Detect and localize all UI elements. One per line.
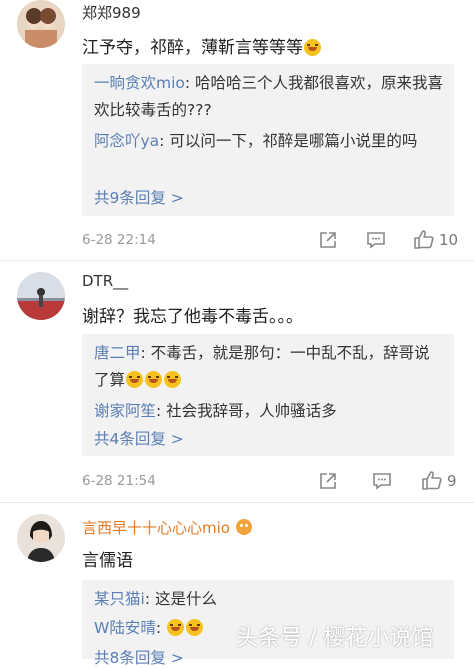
- vip-badge-icon: [235, 519, 252, 535]
- comment-time: 6-28 22:14: [82, 232, 156, 248]
- comment-text: 江予夺，祁醉，薄靳言等等等: [82, 33, 322, 58]
- reply-item[interactable]: 一晌贪欢mio: 哈哈哈三个人我都很喜欢，原来我喜欢比较毒舌的???: [94, 70, 444, 124]
- laughing-emoji-icon: [304, 39, 321, 56]
- like-count: 9: [447, 472, 457, 490]
- like-icon[interactable]: [413, 228, 435, 250]
- comment-time: 6-28 21:54: [82, 473, 156, 489]
- avatar[interactable]: [17, 514, 65, 562]
- reply-item[interactable]: 某只猫i: 这是什么: [94, 586, 444, 613]
- laughing-emoji-icon: [186, 619, 203, 636]
- reply-username[interactable]: 阿念吖ya: [94, 132, 159, 150]
- reply-text: : 不毒舌，就是那句：一中乱不乱，辞哥说了算: [94, 344, 430, 389]
- comment-icon[interactable]: [372, 471, 392, 491]
- laughing-emoji-icon: [164, 371, 182, 388]
- share-icon[interactable]: [318, 230, 338, 250]
- reply-text: :: [155, 619, 162, 637]
- avatar[interactable]: [17, 272, 65, 320]
- watermark: 头条号 / 樱花小说馆: [236, 626, 434, 651]
- reply-item[interactable]: 阿念吖ya: 可以问一下，祁醉是哪篇小说里的吗: [94, 128, 444, 155]
- reply-item[interactable]: 唐二甲: 不毒舌，就是那句：一中乱不乱，辞哥说了算: [94, 340, 444, 394]
- reply-box: 唐二甲: 不毒舌，就是那句：一中乱不乱，辞哥说了算 谢家阿笙: 社会我辞哥，人帅…: [82, 334, 454, 456]
- username[interactable]: 郑郑989: [82, 2, 141, 23]
- comment-text: 谢辞？我忘了他毒不毒舌。。。: [82, 307, 303, 327]
- more-replies-link[interactable]: 共4条回复 >: [94, 427, 184, 449]
- laughing-emoji-icon: [145, 371, 163, 388]
- laughing-emoji-icon: [167, 619, 184, 636]
- reply-username[interactable]: 唐二甲: [94, 344, 141, 362]
- username[interactable]: DTR__: [82, 272, 128, 290]
- reply-username[interactable]: 某只猫i: [94, 590, 145, 608]
- divider: [0, 260, 474, 261]
- avatar[interactable]: [17, 0, 65, 48]
- reply-item[interactable]: 谢家阿笙: 社会我辞哥，人帅骚话多: [94, 398, 444, 425]
- like-icon[interactable]: [421, 469, 443, 491]
- reply-text: : 这是什么: [144, 590, 217, 608]
- comment-icon[interactable]: [366, 230, 386, 250]
- reply-username[interactable]: 一晌贪欢mio: [94, 74, 185, 92]
- more-replies-link[interactable]: 共9条回复 >: [94, 186, 184, 208]
- like-count: 10: [439, 231, 459, 249]
- reply-text: : 可以问一下，祁醉是哪篇小说里的吗: [159, 132, 418, 150]
- more-replies-link[interactable]: 共8条回复 >: [94, 646, 184, 668]
- laughing-emoji-icon: [126, 371, 144, 388]
- divider: [0, 502, 474, 503]
- username[interactable]: 言西早十十心心心mio: [82, 517, 252, 538]
- comment-text: 言儒语: [82, 551, 133, 571]
- reply-username[interactable]: W陆安晴: [94, 619, 156, 637]
- reply-username[interactable]: 谢家阿笙: [94, 402, 156, 420]
- reply-text: : 社会我辞哥，人帅骚话多: [156, 402, 337, 420]
- share-icon[interactable]: [318, 471, 338, 491]
- reply-box: 一晌贪欢mio: 哈哈哈三个人我都很喜欢，原来我喜欢比较毒舌的??? 阿念吖ya…: [82, 64, 454, 216]
